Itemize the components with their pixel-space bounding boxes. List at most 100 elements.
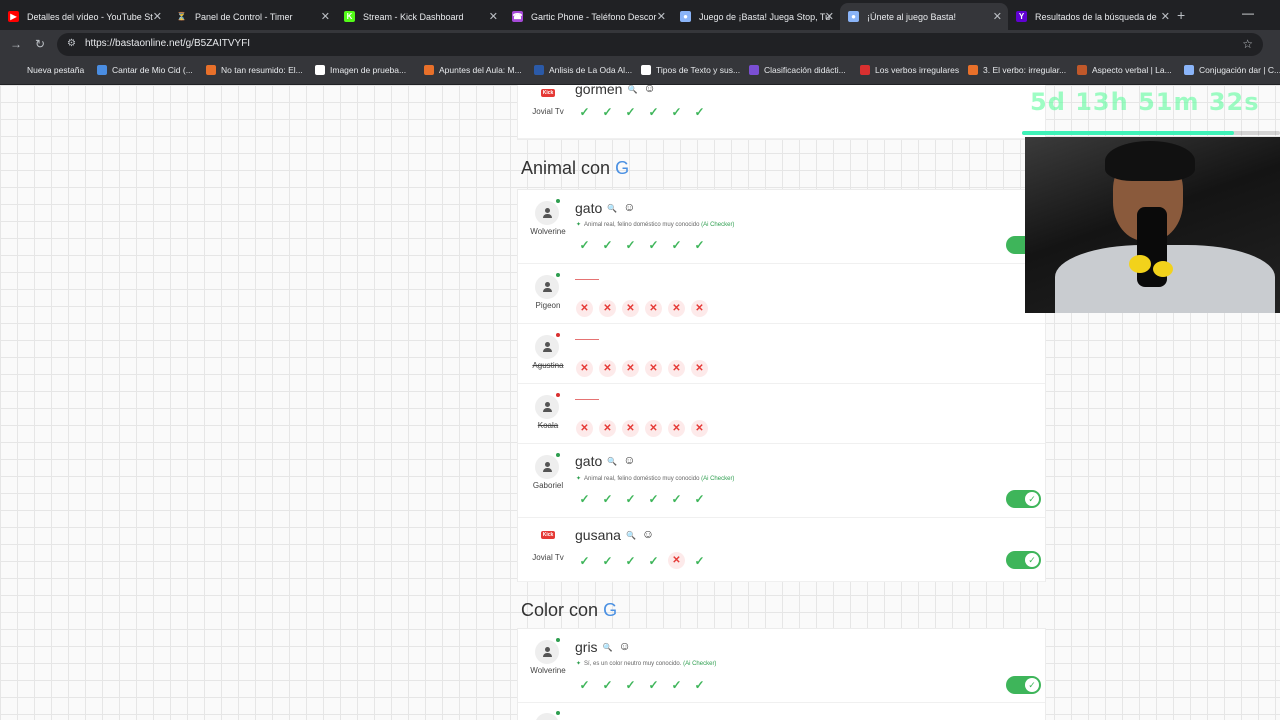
bookmark-label: Clasificación didácti... xyxy=(764,65,846,75)
bookmark-star-icon[interactable]: ☆ xyxy=(1242,37,1253,51)
accept-toggle[interactable]: ✓ xyxy=(1006,551,1041,569)
bookmark-item[interactable]: Anlisis de La Oda Al... xyxy=(534,65,632,75)
user-avatar-icon xyxy=(535,333,560,359)
bookmark-label: Apuntes del Aula: M... xyxy=(439,65,522,75)
bookmark-item[interactable]: Tipos de Texto y sus... xyxy=(641,65,740,75)
bookmark-label: Tipos de Texto y sus... xyxy=(656,65,741,75)
bookmark-item[interactable]: Clasificación didácti... xyxy=(749,65,846,75)
check-icon: ✓ xyxy=(625,677,636,692)
cross-icon: ✕ xyxy=(576,300,593,317)
bookmark-favicon-icon xyxy=(12,65,22,75)
browser-toolbar: → ↻ ⚙ https://bastaonline.net/g/B5ZAITVY… xyxy=(0,30,1280,59)
search-icon[interactable]: 🔍 xyxy=(607,457,617,466)
answer-text: gato xyxy=(575,200,603,216)
bookmark-label: Aspecto verbal | La... xyxy=(1092,65,1172,75)
smile-icon[interactable]: ☺ xyxy=(619,639,631,653)
user-avatar-icon xyxy=(535,638,560,664)
site-settings-icon[interactable]: ⚙ xyxy=(67,38,76,49)
url-text[interactable]: https://bastaonline.net/g/B5ZAITVYFI xyxy=(85,38,250,49)
ai-note-text: Animal real, felino doméstico muy conoci… xyxy=(584,476,700,482)
category-card: Wolverine gris 🔍 ☺ ✦ Sí, es un color neutro m… xyxy=(517,628,1046,720)
check-icon: ✓ xyxy=(648,104,659,119)
tab-close-icon[interactable]: ✕ xyxy=(657,10,666,23)
bookmark-item[interactable]: Aspecto verbal | La... xyxy=(1077,65,1172,75)
reload-icon[interactable]: ↻ xyxy=(35,37,45,51)
browser-tab[interactable]: ▶ Detalles del vídeo - YouTube St ✕ xyxy=(0,3,168,30)
tab-close-icon[interactable]: ✕ xyxy=(993,10,1002,23)
bookmark-favicon-icon xyxy=(534,65,544,75)
browser-tab[interactable]: ● ¡Únete al juego Basta! ✕ xyxy=(840,3,1008,30)
player-answer-row: Pigeon ✕ ✕ ✕ ✕ ✕ ✕ xyxy=(518,264,1045,324)
ai-checker-note: ✦ Animal real, felino doméstico muy conoc… xyxy=(576,221,734,228)
player-name: Gaboriel xyxy=(532,481,564,490)
player-name: Jovial Tv xyxy=(532,553,564,562)
bookmark-item[interactable]: Apuntes del Aula: M... xyxy=(424,65,522,75)
section-title-text: Animal con xyxy=(521,158,611,178)
cross-icon: ✕ xyxy=(668,360,685,377)
smile-icon[interactable]: ☺ xyxy=(623,453,635,467)
ai-note-text: Animal real, felino doméstico muy conoci… xyxy=(584,222,700,228)
accept-toggle[interactable]: ✓ xyxy=(1006,490,1041,508)
ai-checker-note: ✦ Sí, es un color neutro muy conocido. (A… xyxy=(576,660,716,667)
browser-tab[interactable]: Y Resultados de la búsqueda de ✕ xyxy=(1008,3,1176,30)
tab-close-icon[interactable]: ✕ xyxy=(489,10,498,23)
kick-badge: Kick xyxy=(540,531,556,539)
browser-tab[interactable]: ● Juego de ¡Basta! Juega Stop, Tu ✕ xyxy=(672,3,840,30)
check-icon: ✓ xyxy=(625,237,636,252)
bookmark-item[interactable]: Nueva pestaña xyxy=(12,65,84,75)
tab-close-icon[interactable]: ✕ xyxy=(153,10,162,23)
tab-close-icon[interactable]: ✕ xyxy=(1161,10,1170,23)
cross-icon: ✕ xyxy=(645,360,662,377)
bookmark-favicon-icon xyxy=(749,65,759,75)
user-avatar-icon xyxy=(535,273,560,299)
browser-tab[interactable]: K Stream - Kick Dashboard ✕ xyxy=(336,3,504,30)
accept-toggle[interactable]: ✓ xyxy=(1006,676,1041,694)
tab-close-icon[interactable]: ✕ xyxy=(825,10,834,23)
cross-icon: ✕ xyxy=(691,300,708,317)
tab-favicon-icon: ● xyxy=(680,11,691,22)
category-card: Wolverine gato 🔍 ☺ ✦ Animal real, felino domé… xyxy=(517,189,1046,582)
cross-icon: ✕ xyxy=(576,360,593,377)
bookmark-item[interactable]: Imagen de prueba... xyxy=(315,65,406,75)
status-dot xyxy=(556,393,560,397)
answer-icons: 🔍 ☺ xyxy=(627,85,655,95)
bookmark-favicon-icon xyxy=(206,65,216,75)
address-bar[interactable]: ⚙ https://bastaonline.net/g/B5ZAITVYFI ☆ xyxy=(57,33,1263,56)
cross-icon: ✕ xyxy=(691,360,708,377)
search-icon[interactable]: 🔍 xyxy=(603,643,613,652)
player-name: Jovial Tv xyxy=(532,107,564,116)
search-icon[interactable]: 🔍 xyxy=(626,531,636,540)
answer-text: gusana xyxy=(575,527,621,543)
bookmark-item[interactable]: 3. El verbo: irregular... xyxy=(968,65,1066,75)
toggle-check-icon: ✓ xyxy=(1025,492,1039,506)
bookmark-item[interactable]: Cantar de Mio Cid (... xyxy=(97,65,193,75)
bookmark-item[interactable]: Los verbos irregulares xyxy=(860,65,959,75)
empty-answer-line xyxy=(575,279,599,280)
minimize-button[interactable]: — xyxy=(1242,6,1254,20)
answer-icons: 🔍 ☺ xyxy=(626,527,654,541)
browser-tab[interactable]: ☎ Gartic Phone - Teléfono Descor ✕ xyxy=(504,3,672,30)
tab-close-icon[interactable]: ✕ xyxy=(321,10,330,23)
smile-icon[interactable]: ☺ xyxy=(643,85,655,95)
tab-label: Gartic Phone - Teléfono Descor xyxy=(531,11,657,22)
vote-marks: ✓ ✓ ✓ ✓ ✓ ✓ xyxy=(575,235,709,254)
browser-tab[interactable]: ⏳ Panel de Control - Timer ✕ xyxy=(168,3,336,30)
user-avatar-icon xyxy=(535,711,560,720)
search-icon[interactable]: 🔍 xyxy=(607,204,617,213)
vote-marks: ✓ ✓ ✓ ✓ ✓ ✓ xyxy=(575,489,709,508)
check-icon: ✓ xyxy=(694,104,705,119)
vote-marks: ✕ ✕ ✕ ✕ ✕ ✕ xyxy=(575,419,709,438)
ai-checker-label: (Ai Checker) xyxy=(701,222,735,228)
forward-arrow-icon[interactable]: → xyxy=(10,37,22,51)
check-icon: ✓ xyxy=(579,491,590,506)
bookmark-item[interactable]: No tan resumido: El... xyxy=(206,65,303,75)
smile-icon[interactable]: ☺ xyxy=(623,200,635,214)
smile-icon[interactable]: ☺ xyxy=(642,527,654,541)
toggle-check-icon: ✓ xyxy=(1025,553,1039,567)
new-tab-button[interactable]: + xyxy=(1177,7,1185,23)
search-icon[interactable]: 🔍 xyxy=(627,85,637,94)
person-icon xyxy=(542,207,553,219)
bookmark-item[interactable]: Conjugación dar | C... xyxy=(1184,65,1280,75)
player-name: Wolverine xyxy=(530,666,566,675)
rubber-duck xyxy=(1129,255,1151,273)
